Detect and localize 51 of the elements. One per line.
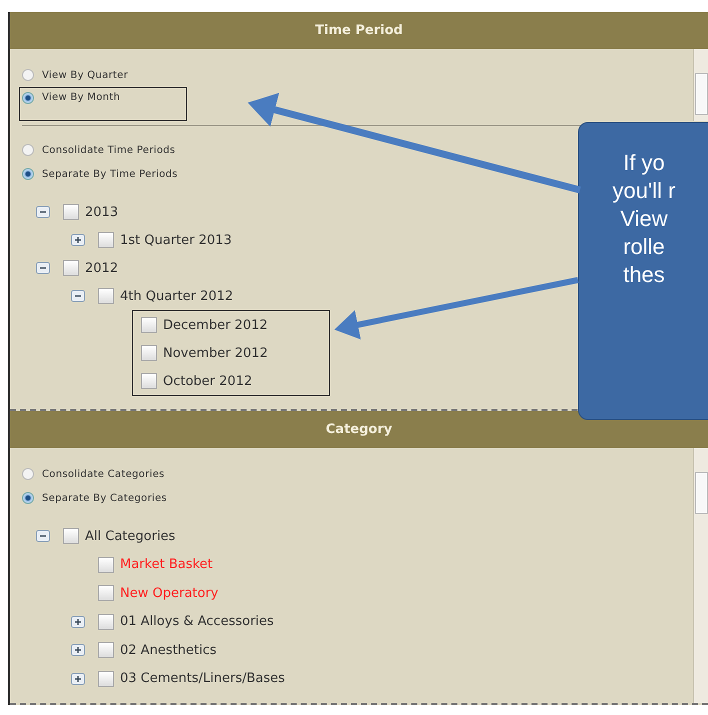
- collapse-icon[interactable]: [36, 530, 50, 542]
- radio-button[interactable]: [22, 468, 34, 480]
- collapse-icon[interactable]: [71, 290, 85, 302]
- checkbox[interactable]: [98, 556, 114, 573]
- radio-label[interactable]: View By Month: [42, 92, 120, 103]
- callout-text: If yo you'll r View rolle thes: [612, 149, 676, 289]
- checkbox[interactable]: [98, 614, 114, 630]
- scrollbar[interactable]: [693, 49, 708, 121]
- checkbox[interactable]: [63, 260, 79, 276]
- radio-label[interactable]: View By Quarter: [42, 70, 128, 80]
- radio-button[interactable]: [22, 168, 34, 180]
- tree-item-label[interactable]: December 2012: [163, 318, 268, 332]
- checkbox[interactable]: [141, 373, 157, 389]
- tree-item-label[interactable]: All Categories: [85, 528, 176, 544]
- scrollbar[interactable]: [693, 448, 708, 703]
- checkbox[interactable]: [98, 642, 114, 658]
- expand-icon[interactable]: [71, 672, 85, 685]
- tree-item-label[interactable]: October 2012: [163, 374, 252, 388]
- checkbox[interactable]: [98, 288, 114, 304]
- checkbox[interactable]: [141, 345, 157, 361]
- tree-item-label[interactable]: 1st Quarter 2013: [120, 232, 232, 248]
- collapse-icon[interactable]: [36, 206, 50, 218]
- checkbox[interactable]: [141, 317, 157, 333]
- radio-label[interactable]: Separate By Time Periods: [42, 168, 178, 180]
- tree-item-label[interactable]: 2013: [85, 204, 118, 220]
- radio-button[interactable]: [22, 92, 34, 104]
- tree-item-label[interactable]: 01 Alloys & Accessories: [120, 614, 274, 630]
- scroll-thumb[interactable]: [695, 73, 708, 115]
- tree-item-label[interactable]: November 2012: [163, 346, 268, 360]
- radio-label[interactable]: Consolidate Categories: [42, 468, 165, 480]
- checkbox[interactable]: [98, 232, 114, 248]
- radio-button[interactable]: [22, 144, 34, 156]
- panel-header: Time Period: [10, 12, 708, 49]
- collapse-icon[interactable]: [36, 262, 50, 274]
- expand-icon[interactable]: [71, 234, 85, 246]
- tree-item-label[interactable]: 2012: [85, 260, 118, 276]
- checkbox[interactable]: [63, 528, 79, 544]
- scroll-thumb[interactable]: [695, 472, 708, 514]
- tree-item-label[interactable]: 4th Quarter 2012: [120, 288, 234, 304]
- expand-icon[interactable]: [71, 644, 85, 656]
- expand-icon[interactable]: [71, 616, 85, 628]
- radio-label[interactable]: Consolidate Time Periods: [42, 144, 176, 156]
- radio-button[interactable]: [22, 69, 34, 81]
- panel-header: Category: [10, 411, 708, 448]
- checkbox[interactable]: [98, 585, 114, 602]
- tree-item-label[interactable]: 02 Anesthetics: [120, 642, 217, 658]
- radio-label[interactable]: Separate By Categories: [42, 492, 167, 504]
- checkbox[interactable]: [63, 204, 79, 220]
- tree-item-label[interactable]: 03 Cements/Liners/Bases: [120, 671, 285, 686]
- radio-button[interactable]: [22, 492, 34, 504]
- checkbox[interactable]: [98, 670, 114, 687]
